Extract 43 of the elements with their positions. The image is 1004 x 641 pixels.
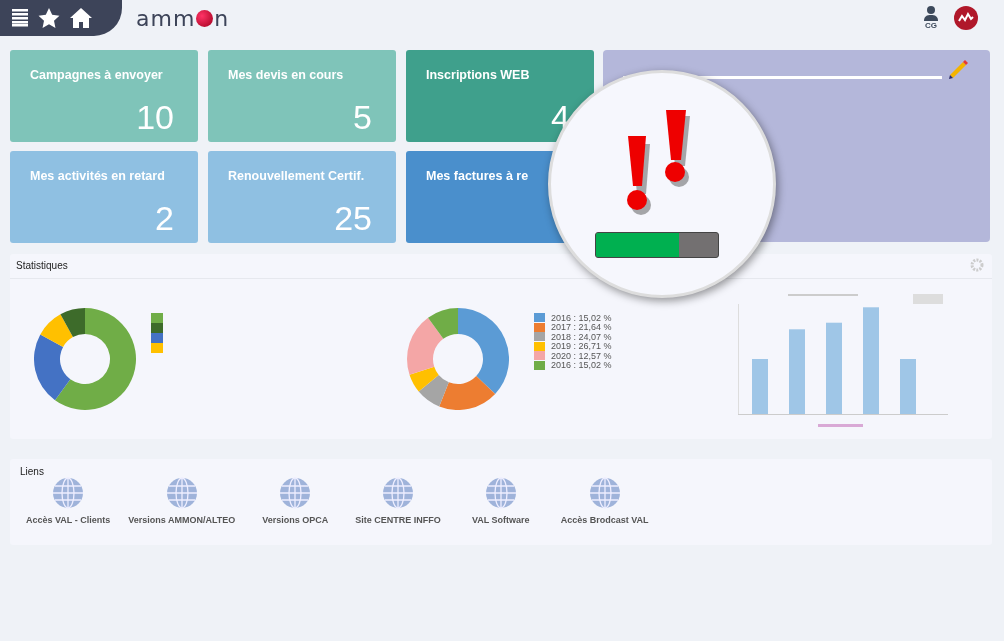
tile-title: Mes activités en retard [30, 169, 166, 183]
link-label[interactable]: Site CENTRE INFFO [355, 515, 441, 525]
globe-icon[interactable] [484, 477, 517, 509]
blurred-chart-legend [913, 294, 943, 304]
tile-value: 2 [154, 201, 174, 235]
tile-value: 25 [333, 201, 372, 235]
panel-title: Liens [19, 465, 45, 477]
globe-icon[interactable] [279, 477, 312, 509]
link-label[interactable]: Accès Brodcast VAL [560, 515, 649, 525]
tile-value: 10 [135, 100, 174, 134]
link-label[interactable]: VAL Software [471, 515, 530, 525]
legend-label: 2016 : 15,02 % [551, 312, 612, 323]
tile-title: Campagnes à envoyer [30, 68, 164, 82]
globe-icon[interactable] [165, 477, 198, 509]
link-label[interactable]: Versions AMMON/ALTEO [128, 515, 236, 525]
tile-title: Mes devis en cours [228, 68, 345, 82]
user-initials: CG [925, 21, 937, 30]
tile-title: Renouvellement Certif. [228, 169, 366, 183]
pencil-icon[interactable] [946, 58, 970, 82]
panel-title: Statistiques [16, 259, 68, 271]
tile-title: Mes factures à re [426, 169, 530, 183]
link-label[interactable]: Versions OPCA [262, 515, 329, 525]
chart-bar [900, 359, 916, 414]
legend-label: 2016 : 15,02 % [551, 360, 612, 371]
star-icon[interactable] [38, 8, 60, 28]
chart-bar [752, 359, 768, 414]
legend-label: 2017 : 21,64 % [551, 322, 612, 333]
logo: amm n [136, 5, 230, 31]
legend-label: 2019 : 26,71 % [551, 341, 612, 352]
globe-icon[interactable] [381, 477, 414, 509]
settings-icon[interactable] [970, 258, 984, 272]
tile-value: 5 [352, 100, 372, 134]
home-icon[interactable] [70, 8, 92, 28]
avatar-icon[interactable] [954, 6, 978, 30]
legend-swatch [818, 424, 863, 427]
user-icon[interactable] [924, 6, 938, 21]
globe-icon[interactable] [588, 477, 621, 509]
legend-label: 2020 : 12,57 % [551, 350, 612, 361]
link-label[interactable]: Accès VAL - Clients [26, 515, 111, 525]
globe-icon[interactable] [52, 477, 85, 509]
legend-label: 2018 : 24,07 % [551, 331, 612, 342]
menu-icon[interactable] [12, 9, 28, 27]
tile-title: Inscriptions WEB [426, 68, 531, 82]
